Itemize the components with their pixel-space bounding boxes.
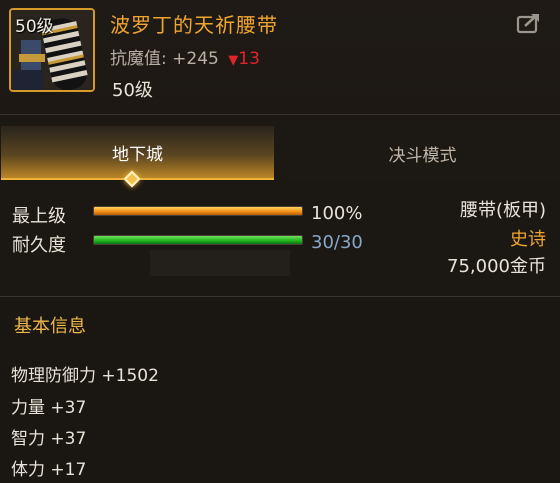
item-level-badge: 50级: [15, 17, 54, 37]
tab-pvp[interactable]: 决斗模式: [286, 126, 559, 180]
grade-value: 100%: [311, 203, 363, 224]
item-name: 波罗丁的天祈腰带: [110, 13, 278, 37]
attribute-strength: 力量 +37: [11, 398, 87, 418]
magic-resist-decrease: ▼13: [228, 49, 260, 69]
grade-label: 最上级: [12, 206, 66, 227]
item-icon[interactable]: 50级: [9, 8, 95, 92]
item-price: 75,000金币: [447, 256, 546, 277]
magic-resist-label: 抗魔值:: [110, 49, 167, 69]
grade-bar-fill: [94, 207, 302, 215]
attribute-vitality: 体力 +17: [11, 460, 87, 480]
magic-resist-line: 抗魔值: +245 ▼13: [110, 44, 260, 69]
tab-dungeon[interactable]: 地下城: [1, 126, 274, 180]
attribute-physical-defense: 物理防御力 +1502: [11, 366, 159, 386]
durability-value: 30/30: [311, 232, 363, 253]
magic-resist-change: 13: [238, 49, 260, 69]
durability-bar: [93, 235, 303, 245]
divider: [0, 114, 560, 115]
divider: [0, 296, 560, 297]
item-header: 50级 波罗丁的天祈腰带 抗魔值: +245 ▼13 50级: [0, 0, 560, 118]
basic-info-title: 基本信息: [14, 316, 86, 337]
mode-tabs: 地下城 决斗模式: [0, 126, 560, 188]
item-tooltip-panel: 50级 波罗丁的天祈腰带 抗魔值: +245 ▼13 50级 地下城 决斗模式 …: [0, 0, 560, 483]
item-rarity: 史诗: [510, 229, 546, 250]
item-status: 最上级 100% 耐久度 30/30 腰带(板甲) 史诗 75,000金币: [0, 196, 560, 296]
attribute-intelligence: 智力 +37: [11, 429, 87, 449]
durability-bar-fill: [94, 236, 302, 244]
grade-bar: [93, 206, 303, 216]
item-level: 50级: [112, 80, 153, 101]
durability-label: 耐久度: [12, 235, 66, 256]
down-arrow-icon: ▼: [228, 53, 239, 68]
item-type: 腰带(板甲): [459, 200, 546, 221]
share-button[interactable]: [514, 10, 544, 36]
share-icon: [516, 14, 539, 34]
magic-resist-value: +245: [172, 49, 219, 69]
